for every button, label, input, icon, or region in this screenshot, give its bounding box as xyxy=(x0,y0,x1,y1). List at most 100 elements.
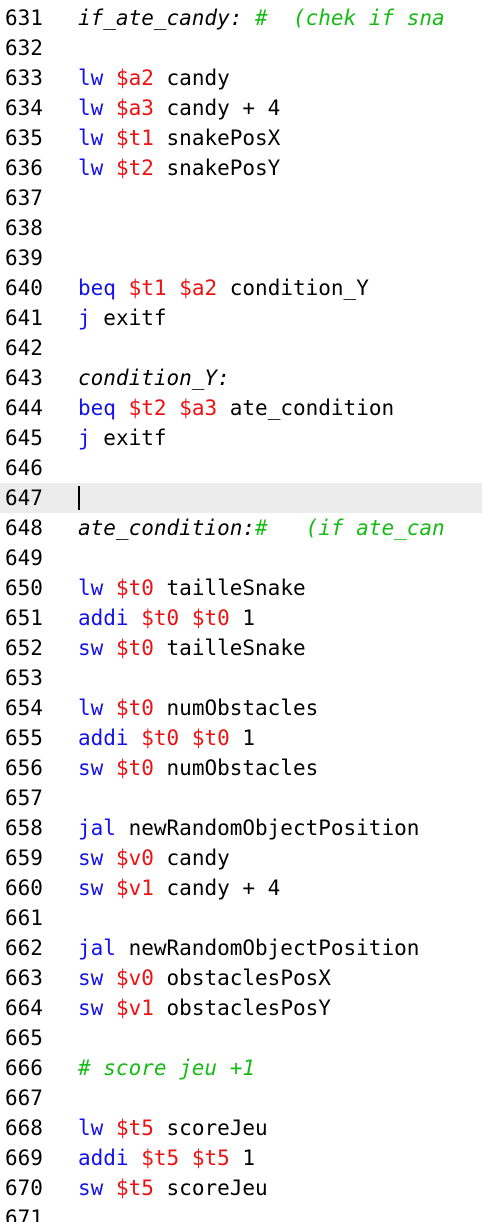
code-content[interactable]: # score jeu +1 xyxy=(78,1053,255,1083)
code-content[interactable]: condition_Y: xyxy=(78,363,230,393)
code-line[interactable]: 638 xyxy=(0,213,482,243)
code-line[interactable]: 669 addi $t5 $t5 1 xyxy=(0,1143,482,1173)
keyword-token: lw xyxy=(78,96,104,120)
code-content[interactable]: beq $t2 $a3 ate_condition xyxy=(78,393,394,423)
code-content[interactable]: sw $v1 candy + 4 xyxy=(78,873,280,903)
code-line[interactable]: 671 xyxy=(0,1203,482,1222)
code-content[interactable]: j exitf xyxy=(78,303,167,333)
code-text: ate_condition xyxy=(217,396,395,420)
code-line[interactable]: 636 lw $t2 snakePosY xyxy=(0,153,482,183)
code-content[interactable]: lw $t0 tailleSnake xyxy=(78,573,306,603)
code-editor[interactable]: 631 if_ate_candy: # (chek if sna 632 633 lw … xyxy=(0,0,482,1222)
code-line[interactable]: 668 lw $t5 scoreJeu xyxy=(0,1113,482,1143)
code-content[interactable]: ate_condition:# (if ate_can xyxy=(78,513,445,543)
code-line[interactable]: 648 ate_condition:# (if ate_can xyxy=(0,513,482,543)
code-line[interactable]: 659 sw $v0 candy xyxy=(0,843,482,873)
code-line[interactable]: 657 xyxy=(0,783,482,813)
code-line[interactable]: 643 condition_Y: xyxy=(0,363,482,393)
keyword-token: beq xyxy=(78,276,116,300)
code-line[interactable]: 635 lw $t1 snakePosX xyxy=(0,123,482,153)
code-text: candy xyxy=(153,66,230,90)
code-content[interactable]: sw $t5 scoreJeu xyxy=(78,1173,268,1203)
line-number: 643 xyxy=(5,366,43,390)
code-line[interactable]: 642 xyxy=(0,333,482,363)
code-line[interactable]: 646 xyxy=(0,453,482,483)
code-content[interactable]: sw $v1 obstaclesPosY xyxy=(78,993,331,1023)
register-token: $t0 xyxy=(115,756,154,780)
code-line[interactable]: 639 xyxy=(0,243,482,273)
code-text: candy xyxy=(153,846,230,870)
code-content[interactable]: j exitf xyxy=(78,423,167,453)
code-text: newRandomObjectPosition xyxy=(115,936,420,960)
code-line[interactable]: 644 beq $t2 $a3 ate_condition xyxy=(0,393,482,423)
code-line[interactable]: 655 addi $t0 $t0 1 xyxy=(0,723,482,753)
keyword-token: addi xyxy=(78,1146,129,1170)
code-line[interactable]: 656 sw $t0 numObstacles xyxy=(0,753,482,783)
code-content[interactable]: lw $a3 candy + 4 xyxy=(78,93,280,123)
code-line[interactable]: 641 j exitf xyxy=(0,303,482,333)
line-number: 664 xyxy=(5,996,43,1020)
code-line[interactable]: 649 xyxy=(0,543,482,573)
code-line-current[interactable]: 647 xyxy=(0,483,482,513)
code-line[interactable]: 654 lw $t0 numObstacles xyxy=(0,693,482,723)
code-content[interactable]: jal newRandomObjectPosition xyxy=(78,813,419,843)
code-content[interactable]: lw $t1 snakePosX xyxy=(78,123,280,153)
keyword-token: beq xyxy=(78,396,116,420)
code-content[interactable]: addi $t0 $t0 1 xyxy=(78,723,255,753)
code-line[interactable]: 640 beq $t1 $a2 condition_Y xyxy=(0,273,482,303)
code-content[interactable]: lw $t2 snakePosY xyxy=(78,153,280,183)
code-line[interactable]: 664 sw $v1 obstaclesPosY xyxy=(0,993,482,1023)
line-number: 661 xyxy=(5,906,43,930)
code-content[interactable]: sw $v0 obstaclesPosX xyxy=(78,963,331,993)
code-text: tailleSnake xyxy=(153,576,306,600)
code-line[interactable]: 637 xyxy=(0,183,482,213)
code-content[interactable]: lw $t0 numObstacles xyxy=(78,693,318,723)
code-content[interactable]: beq $t1 $a2 condition_Y xyxy=(78,273,369,303)
keyword-token: lw xyxy=(78,696,104,720)
comment-token: # (if ate_can xyxy=(255,516,445,540)
code-line[interactable]: 658 jal newRandomObjectPosition xyxy=(0,813,482,843)
code-content[interactable]: addi $t0 $t0 1 xyxy=(78,603,255,633)
code-content[interactable]: lw $a2 candy xyxy=(78,63,230,93)
keyword-token: lw xyxy=(78,66,104,90)
code-line[interactable]: 633 lw $a2 candy xyxy=(0,63,482,93)
code-line[interactable]: 650 lw $t0 tailleSnake xyxy=(0,573,482,603)
code-line[interactable]: 663 sw $v0 obstaclesPosX xyxy=(0,963,482,993)
line-number: 644 xyxy=(5,396,43,420)
code-line[interactable]: 652 sw $t0 tailleSnake xyxy=(0,633,482,663)
register-token: $v1 xyxy=(115,996,154,1020)
code-line[interactable]: 634 lw $a3 candy + 4 xyxy=(0,93,482,123)
code-content[interactable]: sw $t0 numObstacles xyxy=(78,753,318,783)
code-line[interactable]: 651 addi $t0 $t0 1 xyxy=(0,603,482,633)
keyword-token: lw xyxy=(78,126,104,150)
code-line[interactable]: 665 xyxy=(0,1023,482,1053)
register-token: $t0 xyxy=(115,576,154,600)
code-content[interactable]: sw $t0 tailleSnake xyxy=(78,633,306,663)
keyword-token: sw xyxy=(78,846,104,870)
code-line[interactable]: 645 j exitf xyxy=(0,423,482,453)
code-text: 1 xyxy=(229,1146,256,1170)
code-line[interactable]: 666 # score jeu +1 xyxy=(0,1053,482,1083)
code-content[interactable]: addi $t5 $t5 1 xyxy=(78,1143,255,1173)
register-token: $t2 xyxy=(115,156,154,180)
code-content[interactable]: sw $v0 candy xyxy=(78,843,230,873)
code-content[interactable]: jal newRandomObjectPosition xyxy=(78,933,419,963)
code-line[interactable]: 660 sw $v1 candy + 4 xyxy=(0,873,482,903)
code-content[interactable]: if_ate_candy: # (chek if sna xyxy=(78,3,445,33)
code-line[interactable]: 631 if_ate_candy: # (chek if sna xyxy=(0,3,482,33)
code-line[interactable]: 670 sw $t5 scoreJeu xyxy=(0,1173,482,1203)
code-line[interactable]: 662 jal newRandomObjectPosition xyxy=(0,933,482,963)
code-line[interactable]: 632 xyxy=(0,33,482,63)
code-content[interactable]: lw $t5 scoreJeu xyxy=(78,1113,268,1143)
code-line[interactable]: 653 xyxy=(0,663,482,693)
code-line[interactable]: 661 xyxy=(0,903,482,933)
line-number: 648 xyxy=(5,516,43,540)
line-number: 669 xyxy=(5,1146,43,1170)
code-line[interactable]: 667 xyxy=(0,1083,482,1113)
